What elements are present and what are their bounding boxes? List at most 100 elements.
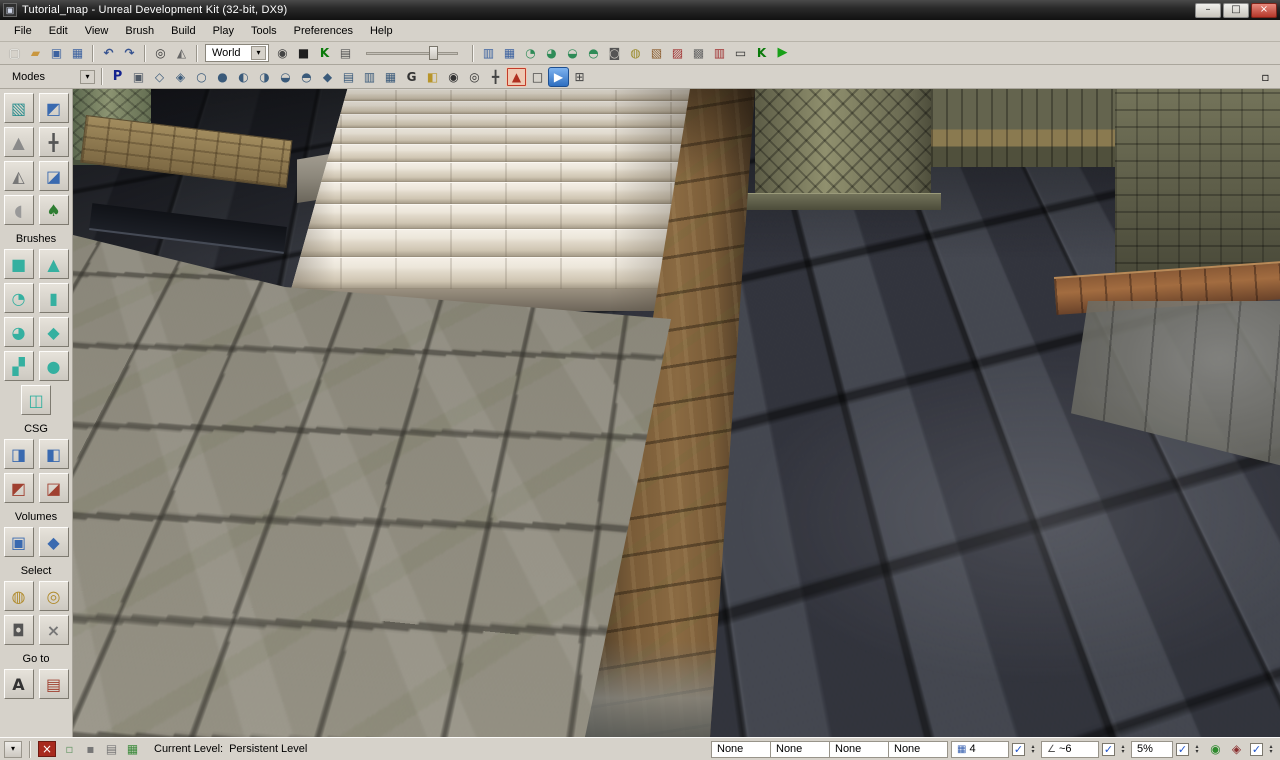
- far-right-spinner[interactable]: ▴ ▾: [1266, 744, 1276, 754]
- content-browser-icon[interactable]: ▤: [335, 43, 356, 63]
- squint-mode-icon[interactable]: □: [527, 67, 548, 87]
- package-icon[interactable]: ▥: [709, 43, 730, 63]
- right-pillar[interactable]: [755, 89, 931, 201]
- volume-cube-icon[interactable]: ◆: [39, 527, 69, 557]
- drag-grid-field[interactable]: ▦ 4: [951, 741, 1009, 758]
- chevron-down-icon[interactable]: ▾: [80, 70, 95, 84]
- camera-speed-slider[interactable]: [366, 44, 458, 62]
- brush-wireframe-icon[interactable]: ◇: [149, 67, 170, 87]
- level-browser-icon[interactable]: ▦: [499, 43, 520, 63]
- drag-grid-spinner[interactable]: ▴ ▾: [1028, 744, 1038, 754]
- stair-step[interactable]: [285, 144, 701, 162]
- right-pillar-base[interactable]: [743, 193, 941, 210]
- grid-volume-field[interactable]: None: [829, 741, 889, 758]
- drag-grid-checkbox[interactable]: ✓: [1012, 743, 1025, 756]
- top-view-icon[interactable]: ▤: [338, 67, 359, 87]
- wireframe-icon[interactable]: ◈: [170, 67, 191, 87]
- lighting-quality-icon[interactable]: ◍: [625, 43, 646, 63]
- stair-step[interactable]: [285, 257, 701, 289]
- foliage-mode-icon[interactable]: ♠: [39, 195, 69, 225]
- draw-scale-icon[interactable]: ▫: [59, 739, 80, 759]
- new-file-icon[interactable]: ▢: [4, 43, 25, 63]
- stair-step[interactable]: [285, 89, 701, 101]
- select-matching-brush-icon[interactable]: ◍: [4, 581, 34, 611]
- play-in-viewport-button[interactable]: ▶: [548, 67, 569, 87]
- cone-brush-icon[interactable]: ▲: [39, 249, 69, 279]
- select-inverse-icon[interactable]: ◘: [4, 615, 34, 645]
- close-button[interactable]: ×: [1251, 3, 1277, 18]
- dock-pin-icon[interactable]: ▫: [1255, 67, 1276, 87]
- perspective-viewport[interactable]: [73, 89, 1280, 737]
- csg-deintersect-icon[interactable]: ◪: [39, 473, 69, 503]
- scale-snap-checkbox[interactable]: ✓: [1176, 743, 1189, 756]
- spiral-staircase-brush-icon[interactable]: ◕: [4, 317, 34, 347]
- menu-view[interactable]: View: [77, 22, 117, 40]
- stair-step[interactable]: [285, 114, 701, 128]
- side-view-icon[interactable]: ▦: [380, 67, 401, 87]
- sheet-brush-icon[interactable]: ◆: [39, 317, 69, 347]
- play-in-editor-icon[interactable]: ▶: [772, 43, 793, 63]
- fullscreen-icon[interactable]: ■: [293, 43, 314, 63]
- spinner-down-icon[interactable]: ▾: [1192, 749, 1202, 754]
- goto-builder-brush-icon[interactable]: ▤: [39, 669, 69, 699]
- realtime-audio-icon[interactable]: ◉: [1205, 739, 1226, 759]
- add-volume-icon[interactable]: ▣: [4, 527, 34, 557]
- terrain-mode-icon[interactable]: ▲: [4, 127, 34, 157]
- menu-brush[interactable]: Brush: [117, 22, 162, 40]
- select-translucent-icon[interactable]: ◭: [171, 43, 192, 63]
- rotation-grid-field[interactable]: ∠ ~6: [1041, 741, 1099, 758]
- undo-icon[interactable]: ↶: [98, 43, 119, 63]
- stair-step[interactable]: [285, 229, 701, 257]
- viewport-layout-icon[interactable]: ▣: [128, 67, 149, 87]
- game-view-icon[interactable]: G: [401, 67, 422, 87]
- scale-snap-spinner[interactable]: ▴ ▾: [1192, 744, 1202, 754]
- slider-thumb[interactable]: [429, 46, 438, 60]
- texture-align-mode-icon[interactable]: ╋: [39, 127, 69, 157]
- world-dropdown[interactable]: World ▾: [205, 44, 269, 62]
- autosave-icon[interactable]: ▦: [122, 739, 143, 759]
- linear-staircase-brush-icon[interactable]: ▞: [4, 351, 34, 381]
- spinner-down-icon[interactable]: ▾: [1028, 749, 1038, 754]
- publish-cook-icon[interactable]: ▩: [688, 43, 709, 63]
- build-paths-icon[interactable]: ◒: [562, 43, 583, 63]
- camera-mode-icon[interactable]: ▧: [4, 93, 34, 123]
- save-all-icon[interactable]: ▦: [67, 43, 88, 63]
- grid-volume-field[interactable]: None: [711, 741, 771, 758]
- build-error-icon[interactable]: ×: [38, 741, 56, 757]
- texture-density-icon[interactable]: ◒: [275, 67, 296, 87]
- find-actors-icon[interactable]: ◎: [150, 43, 171, 63]
- stair-step[interactable]: [285, 204, 701, 229]
- perspective-view-icon[interactable]: ◆: [317, 67, 338, 87]
- save-icon[interactable]: ▣: [46, 43, 67, 63]
- select-split-icon[interactable]: ×: [39, 615, 69, 645]
- far-right-wall[interactable]: [1115, 89, 1280, 281]
- stair-step[interactable]: [285, 182, 701, 204]
- grid-volume-field[interactable]: None: [770, 741, 830, 758]
- volumetric-brush-icon[interactable]: ◫: [21, 385, 51, 415]
- static-mesh-mode-icon[interactable]: ◪: [39, 161, 69, 191]
- map-check-icon[interactable]: ▨: [667, 43, 688, 63]
- unlit-icon[interactable]: ○: [191, 67, 212, 87]
- redo-icon[interactable]: ↷: [119, 43, 140, 63]
- build-geometry-icon[interactable]: ◔: [520, 43, 541, 63]
- material-check-icon[interactable]: ▧: [646, 43, 667, 63]
- cylinder-brush-icon[interactable]: ▮: [39, 283, 69, 313]
- lock-viewport-icon[interactable]: ◧: [422, 67, 443, 87]
- stair-step[interactable]: [285, 128, 701, 144]
- snap-grid-icon[interactable]: ▤: [101, 739, 122, 759]
- build-cover-icon[interactable]: ◓: [583, 43, 604, 63]
- stair-step[interactable]: [285, 101, 701, 114]
- menu-file[interactable]: File: [6, 22, 40, 40]
- goto-actor-icon[interactable]: A: [4, 669, 34, 699]
- stair-step[interactable]: [285, 162, 701, 182]
- cube-brush-icon[interactable]: ■: [4, 249, 34, 279]
- move-camera-icon[interactable]: ╋: [485, 67, 506, 87]
- stone-stairs[interactable]: [285, 89, 701, 311]
- grid-volume-field[interactable]: None: [888, 741, 948, 758]
- kismet-icon[interactable]: K: [314, 43, 335, 63]
- spinner-down-icon[interactable]: ▾: [1118, 749, 1128, 754]
- lit-icon[interactable]: ●: [212, 67, 233, 87]
- status-menu-caret[interactable]: ▾: [4, 741, 22, 758]
- far-right-checkbox[interactable]: ✓: [1250, 743, 1263, 756]
- shader-complexity-icon[interactable]: ◓: [296, 67, 317, 87]
